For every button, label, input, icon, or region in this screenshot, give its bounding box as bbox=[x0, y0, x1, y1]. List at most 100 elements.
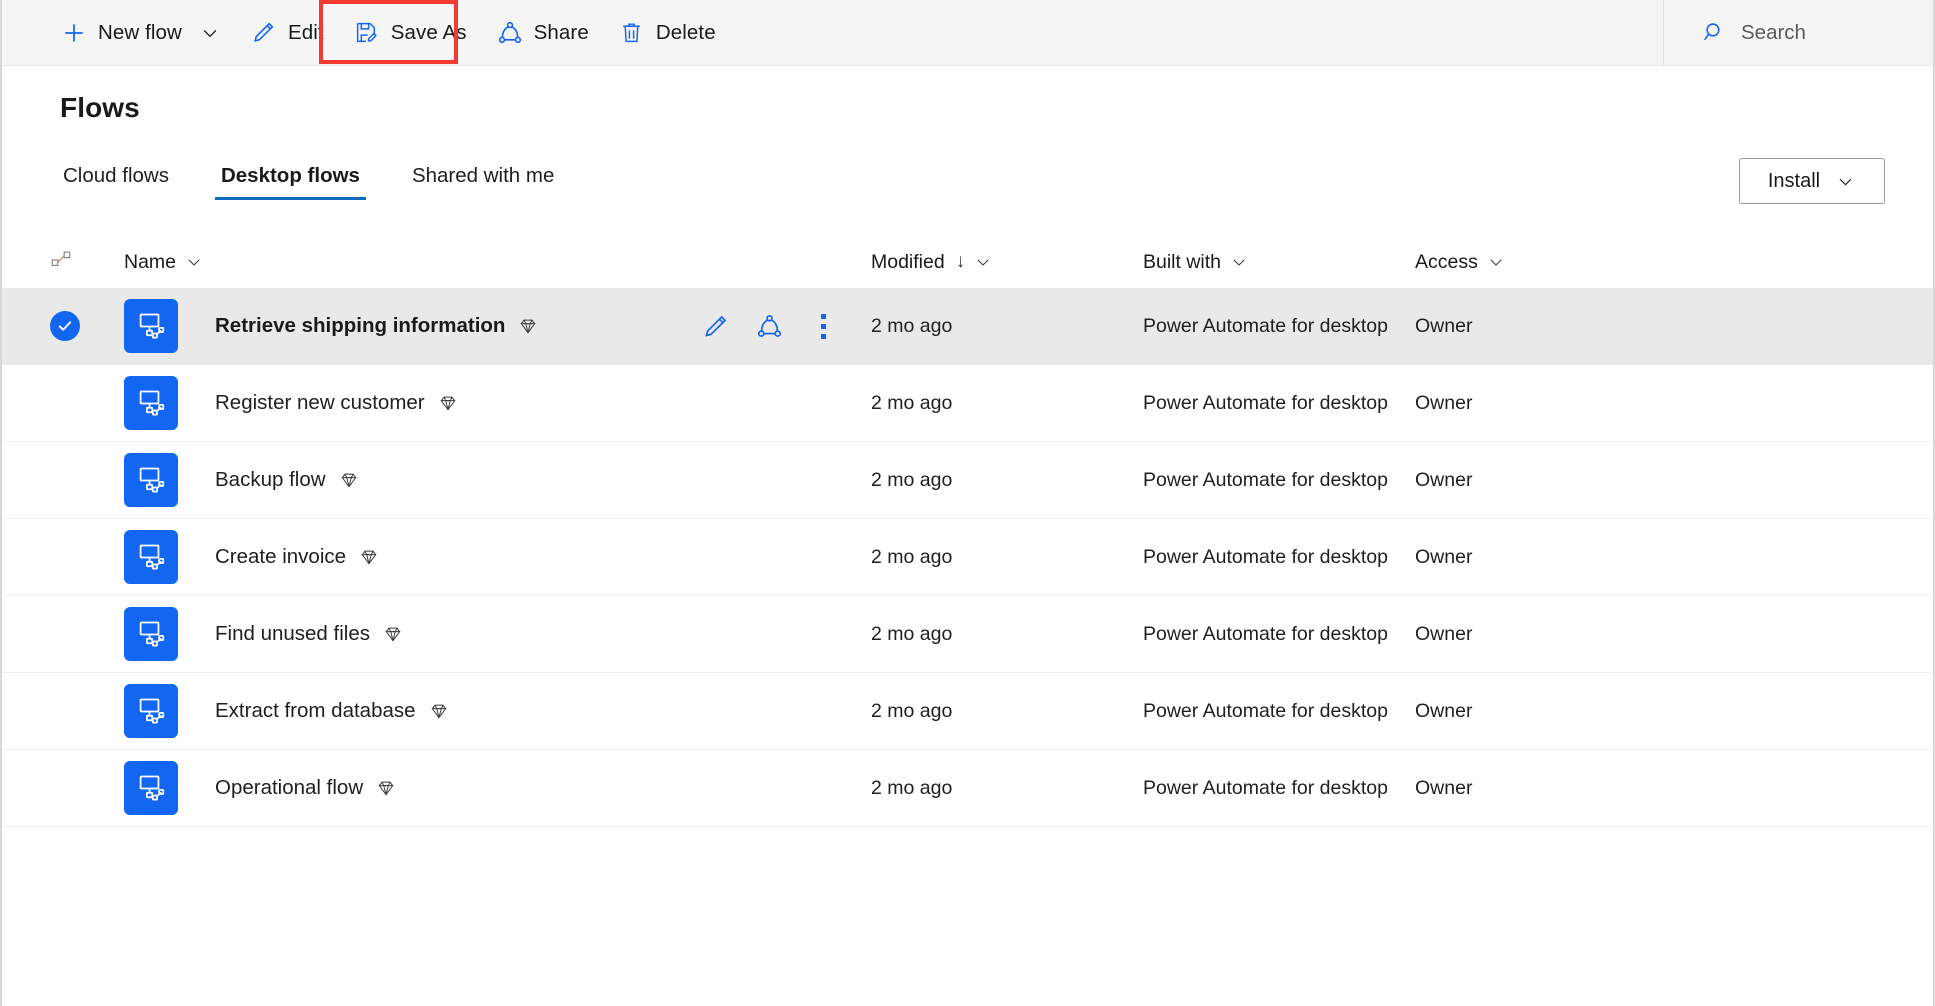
new-flow-label: New flow bbox=[98, 20, 182, 44]
command-bar: New flow Edit Save As Share Delete Searc… bbox=[2, 0, 1933, 66]
install-button[interactable]: Install bbox=[1739, 158, 1885, 204]
row-name-cell: Find unused files bbox=[124, 607, 871, 661]
flow-name[interactable]: Find unused files bbox=[215, 622, 370, 646]
row-name-cell: Create invoice bbox=[124, 530, 871, 584]
save-as-button[interactable]: Save As bbox=[339, 1, 482, 65]
delete-button[interactable]: Delete bbox=[604, 1, 731, 65]
chevron-down-icon bbox=[1230, 253, 1248, 271]
table-row[interactable]: Retrieve shipping information 2 mo ago Pow… bbox=[2, 288, 1933, 365]
row-access: Owner bbox=[1415, 391, 1473, 414]
flow-name[interactable]: Create invoice bbox=[215, 545, 346, 569]
row-access: Owner bbox=[1415, 622, 1473, 645]
save-as-label: Save As bbox=[390, 20, 467, 44]
premium-gem-icon bbox=[359, 547, 379, 567]
page-title: Flows bbox=[60, 92, 140, 123]
row-more-vertical-icon[interactable] bbox=[809, 312, 837, 340]
edit-button[interactable]: Edit bbox=[236, 1, 339, 65]
premium-gem-icon bbox=[383, 624, 403, 644]
delete-label: Delete bbox=[655, 20, 716, 44]
command-bar-right: Search bbox=[1663, 0, 1933, 66]
column-header-name[interactable]: Name bbox=[124, 251, 871, 274]
row-modified: 2 mo ago bbox=[871, 622, 953, 645]
row-modified: 2 mo ago bbox=[871, 776, 953, 799]
table-row[interactable]: Create invoice 2 mo ago Power Automate for… bbox=[2, 519, 1933, 596]
premium-gem-icon bbox=[518, 316, 538, 336]
desktop-flow-icon bbox=[124, 530, 178, 584]
chevron-down-icon bbox=[1487, 253, 1505, 271]
column-header-built-with[interactable]: Built with bbox=[1143, 251, 1415, 274]
pencil-icon bbox=[251, 20, 277, 46]
flow-name[interactable]: Register new customer bbox=[215, 391, 425, 415]
chevron-down-icon bbox=[974, 253, 992, 271]
table-row[interactable]: Register new customer 2 mo ago Power Autom… bbox=[2, 365, 1933, 442]
flow-name[interactable]: Backup flow bbox=[215, 468, 326, 492]
row-name-cell: Operational flow bbox=[124, 761, 871, 815]
row-built-with: Power Automate for desktop bbox=[1143, 391, 1388, 414]
chevron-down-icon bbox=[1834, 170, 1856, 192]
checkmark-icon bbox=[50, 311, 80, 341]
row-access: Owner bbox=[1415, 468, 1473, 491]
search-input[interactable]: Search bbox=[1664, 0, 1933, 65]
column-header-flow-type[interactable] bbox=[50, 248, 124, 276]
share-button[interactable]: Share bbox=[482, 1, 604, 65]
share-label: Share bbox=[533, 20, 589, 44]
column-header-built-with-label: Built with bbox=[1143, 250, 1222, 273]
row-select-checkbox[interactable] bbox=[50, 311, 124, 341]
row-modified: 2 mo ago bbox=[871, 545, 953, 568]
row-edit-icon[interactable] bbox=[701, 312, 729, 340]
new-flow-button[interactable]: New flow bbox=[46, 1, 236, 65]
desktop-flow-icon bbox=[124, 607, 178, 661]
desktop-flow-icon bbox=[124, 376, 178, 430]
table-body: Retrieve shipping information 2 mo ago Pow… bbox=[2, 288, 1933, 827]
row-modified: 2 mo ago bbox=[871, 699, 953, 722]
premium-gem-icon bbox=[339, 470, 359, 490]
table-row[interactable]: Find unused files 2 mo ago Power Automate … bbox=[2, 596, 1933, 673]
row-built-with: Power Automate for desktop bbox=[1143, 699, 1388, 722]
table-row[interactable]: Backup flow 2 mo ago Power Automate for de… bbox=[2, 442, 1933, 519]
column-header-access-label: Access bbox=[1415, 250, 1478, 273]
sort-descending-icon: ↓ bbox=[955, 251, 966, 272]
flow-name[interactable]: Retrieve shipping information bbox=[215, 314, 505, 338]
table-row[interactable]: Extract from database 2 mo ago Power Autom… bbox=[2, 673, 1933, 750]
install-label: Install bbox=[1767, 169, 1821, 192]
share-icon bbox=[497, 20, 523, 46]
column-header-modified[interactable]: Modified ↓ bbox=[871, 251, 1143, 274]
row-share-icon[interactable] bbox=[755, 312, 783, 340]
flows-table: Name Modified ↓ Built with Access Retrie… bbox=[2, 236, 1933, 827]
table-header-row: Name Modified ↓ Built with Access bbox=[2, 236, 1933, 288]
search-icon bbox=[1702, 20, 1727, 45]
row-access: Owner bbox=[1415, 545, 1473, 568]
row-built-with: Power Automate for desktop bbox=[1143, 545, 1388, 568]
flow-connection-icon bbox=[50, 248, 72, 276]
row-access: Owner bbox=[1415, 314, 1473, 337]
row-built-with: Power Automate for desktop bbox=[1143, 468, 1388, 491]
table-row[interactable]: Operational flow 2 mo ago Power Automate f… bbox=[2, 750, 1933, 827]
trash-icon bbox=[619, 20, 645, 46]
row-modified: 2 mo ago bbox=[871, 391, 953, 414]
premium-gem-icon bbox=[429, 701, 449, 721]
chevron-down-icon[interactable] bbox=[199, 22, 221, 44]
row-access: Owner bbox=[1415, 776, 1473, 799]
tab-cloud-flows[interactable]: Cloud flows bbox=[57, 164, 175, 200]
row-modified: 2 mo ago bbox=[871, 468, 953, 491]
tab-shared-with-me[interactable]: Shared with me bbox=[406, 164, 560, 200]
row-name-cell: Extract from database bbox=[124, 684, 871, 738]
tab-desktop-flows[interactable]: Desktop flows bbox=[214, 164, 366, 200]
row-access: Owner bbox=[1415, 699, 1473, 722]
column-header-access[interactable]: Access bbox=[1415, 251, 1885, 274]
desktop-flow-icon bbox=[124, 761, 178, 815]
flow-name[interactable]: Extract from database bbox=[215, 699, 416, 723]
flow-name[interactable]: Operational flow bbox=[215, 776, 363, 800]
row-built-with: Power Automate for desktop bbox=[1143, 314, 1388, 337]
row-name-cell: Register new customer bbox=[124, 376, 871, 430]
row-name-cell: Retrieve shipping information bbox=[124, 299, 871, 353]
premium-gem-icon bbox=[376, 778, 396, 798]
desktop-flow-icon bbox=[124, 453, 178, 507]
edit-label: Edit bbox=[287, 20, 324, 44]
tab-list: Cloud flows Desktop flows Shared with me bbox=[2, 150, 1933, 200]
row-built-with: Power Automate for desktop bbox=[1143, 776, 1388, 799]
search-placeholder: Search bbox=[1741, 20, 1806, 44]
column-header-name-label: Name bbox=[124, 250, 177, 273]
plus-icon bbox=[61, 20, 87, 46]
page-header: Flows Install Cloud flows Desktop flows … bbox=[2, 66, 1933, 204]
